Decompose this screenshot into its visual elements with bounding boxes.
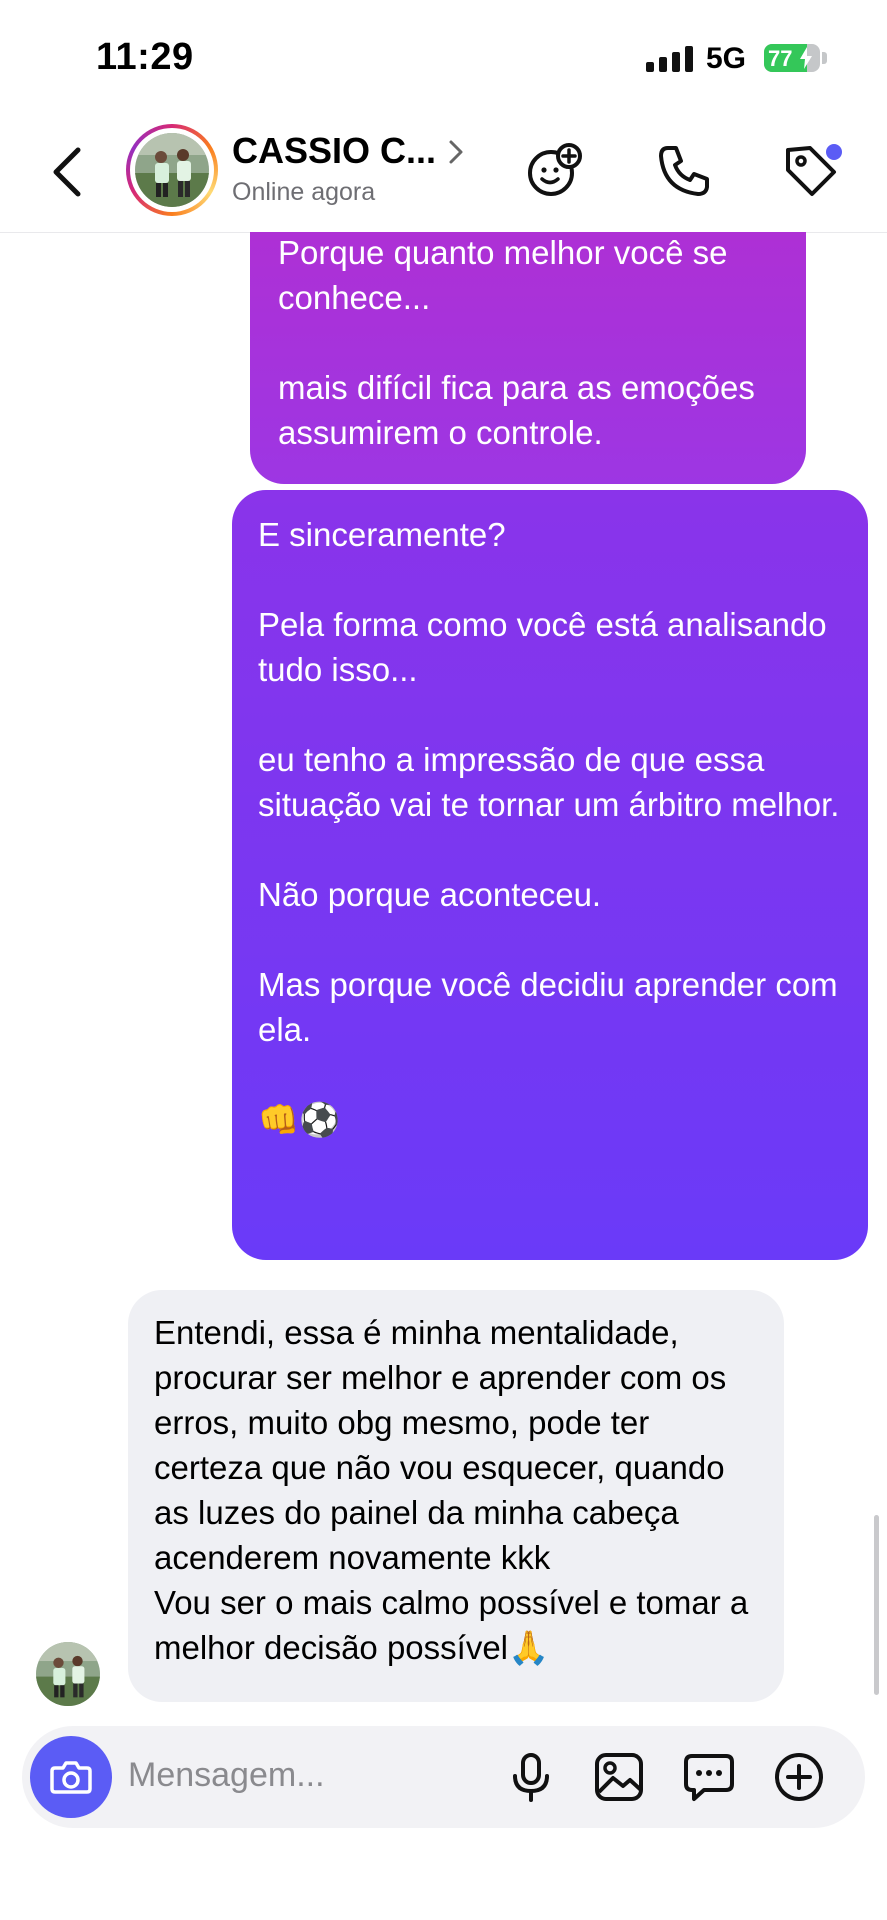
phone-call-icon[interactable] <box>654 140 714 200</box>
message-list[interactable]: Porque quanto melhor você se conhece... … <box>0 232 887 1720</box>
camera-icon <box>50 1761 92 1794</box>
chat-header: CASSIO C... Online agora <box>0 110 887 233</box>
chevron-right-icon[interactable] <box>446 138 466 166</box>
network-type: 5G <box>706 42 747 75</box>
battery-icon: 77 <box>764 44 820 72</box>
contact-avatar[interactable] <box>126 124 218 216</box>
gallery-icon[interactable] <box>592 1750 646 1804</box>
camera-button[interactable] <box>30 1736 112 1818</box>
sticker-icon[interactable] <box>682 1750 736 1804</box>
message-input[interactable]: Mensagem... <box>128 1756 325 1795</box>
status-bar: 11:29 5G 77 <box>0 0 887 110</box>
signal-icon <box>646 46 694 72</box>
status-time: 11:29 <box>96 36 194 78</box>
add-circle-icon[interactable] <box>772 1750 826 1804</box>
incoming-message[interactable]: Entendi, essa é minha mentalidade, procu… <box>128 1290 784 1702</box>
sender-avatar[interactable] <box>36 1642 100 1706</box>
scrollbar[interactable] <box>874 1515 879 1695</box>
microphone-icon[interactable] <box>504 1750 558 1804</box>
avatar-photo <box>135 133 209 207</box>
contact-name[interactable]: CASSIO C... <box>232 130 436 172</box>
presence-status: Online agora <box>232 178 376 206</box>
outgoing-message[interactable]: Porque quanto melhor você se conhece... … <box>250 232 806 484</box>
battery-tip <box>822 52 827 64</box>
notification-dot <box>826 144 842 160</box>
charging-bolt-icon <box>800 47 812 69</box>
add-reaction-icon[interactable] <box>524 140 584 200</box>
outgoing-message[interactable]: E sinceramente? Pela forma como você est… <box>232 490 868 1260</box>
battery-percent: 77 <box>768 46 793 71</box>
back-arrow-icon[interactable] <box>48 146 88 198</box>
message-composer: Mensagem... <box>22 1726 865 1828</box>
